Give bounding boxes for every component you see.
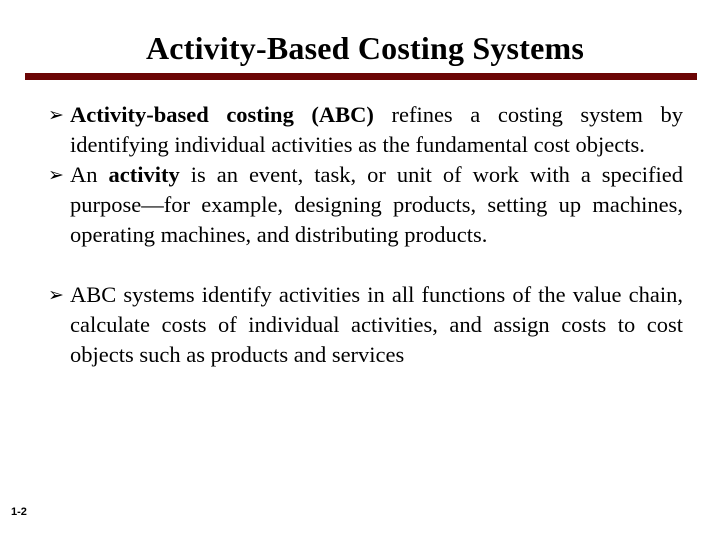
bullet-item-abc-systems: ➢ ABC systems identify activities in all… (48, 280, 683, 370)
body-content: ➢ Activity-based costing (ABC) refines a… (48, 100, 683, 370)
bullet-text: An activity is an event, task, or unit o… (70, 160, 683, 250)
title-block: Activity-Based Costing Systems (0, 28, 720, 80)
slide-number: 1-2 (11, 506, 27, 518)
bullet-bold-term: activity (108, 162, 180, 187)
page-title: Activity-Based Costing Systems (146, 30, 584, 66)
chevron-bullet-icon: ➢ (48, 104, 64, 126)
bullet-item-activity-definition: ➢ An activity is an event, task, or unit… (48, 160, 683, 250)
bullet-text: ABC systems identify activities in all f… (70, 280, 683, 370)
bullet-body-text: ABC systems identify activities in all f… (70, 282, 683, 367)
bullet-bold-lead: Activity-based costing (ABC) (70, 102, 374, 127)
title-underline-rule (25, 73, 697, 80)
bullet-item-abc-definition: ➢ Activity-based costing (ABC) refines a… (48, 100, 683, 160)
slide-root: Activity-Based Costing Systems ➢ Activit… (0, 0, 720, 540)
chevron-bullet-icon: ➢ (48, 284, 64, 306)
bullet-text: Activity-based costing (ABC) refines a c… (70, 100, 683, 160)
chevron-bullet-icon: ➢ (48, 164, 64, 186)
bullet-lead-text: An (70, 162, 109, 187)
